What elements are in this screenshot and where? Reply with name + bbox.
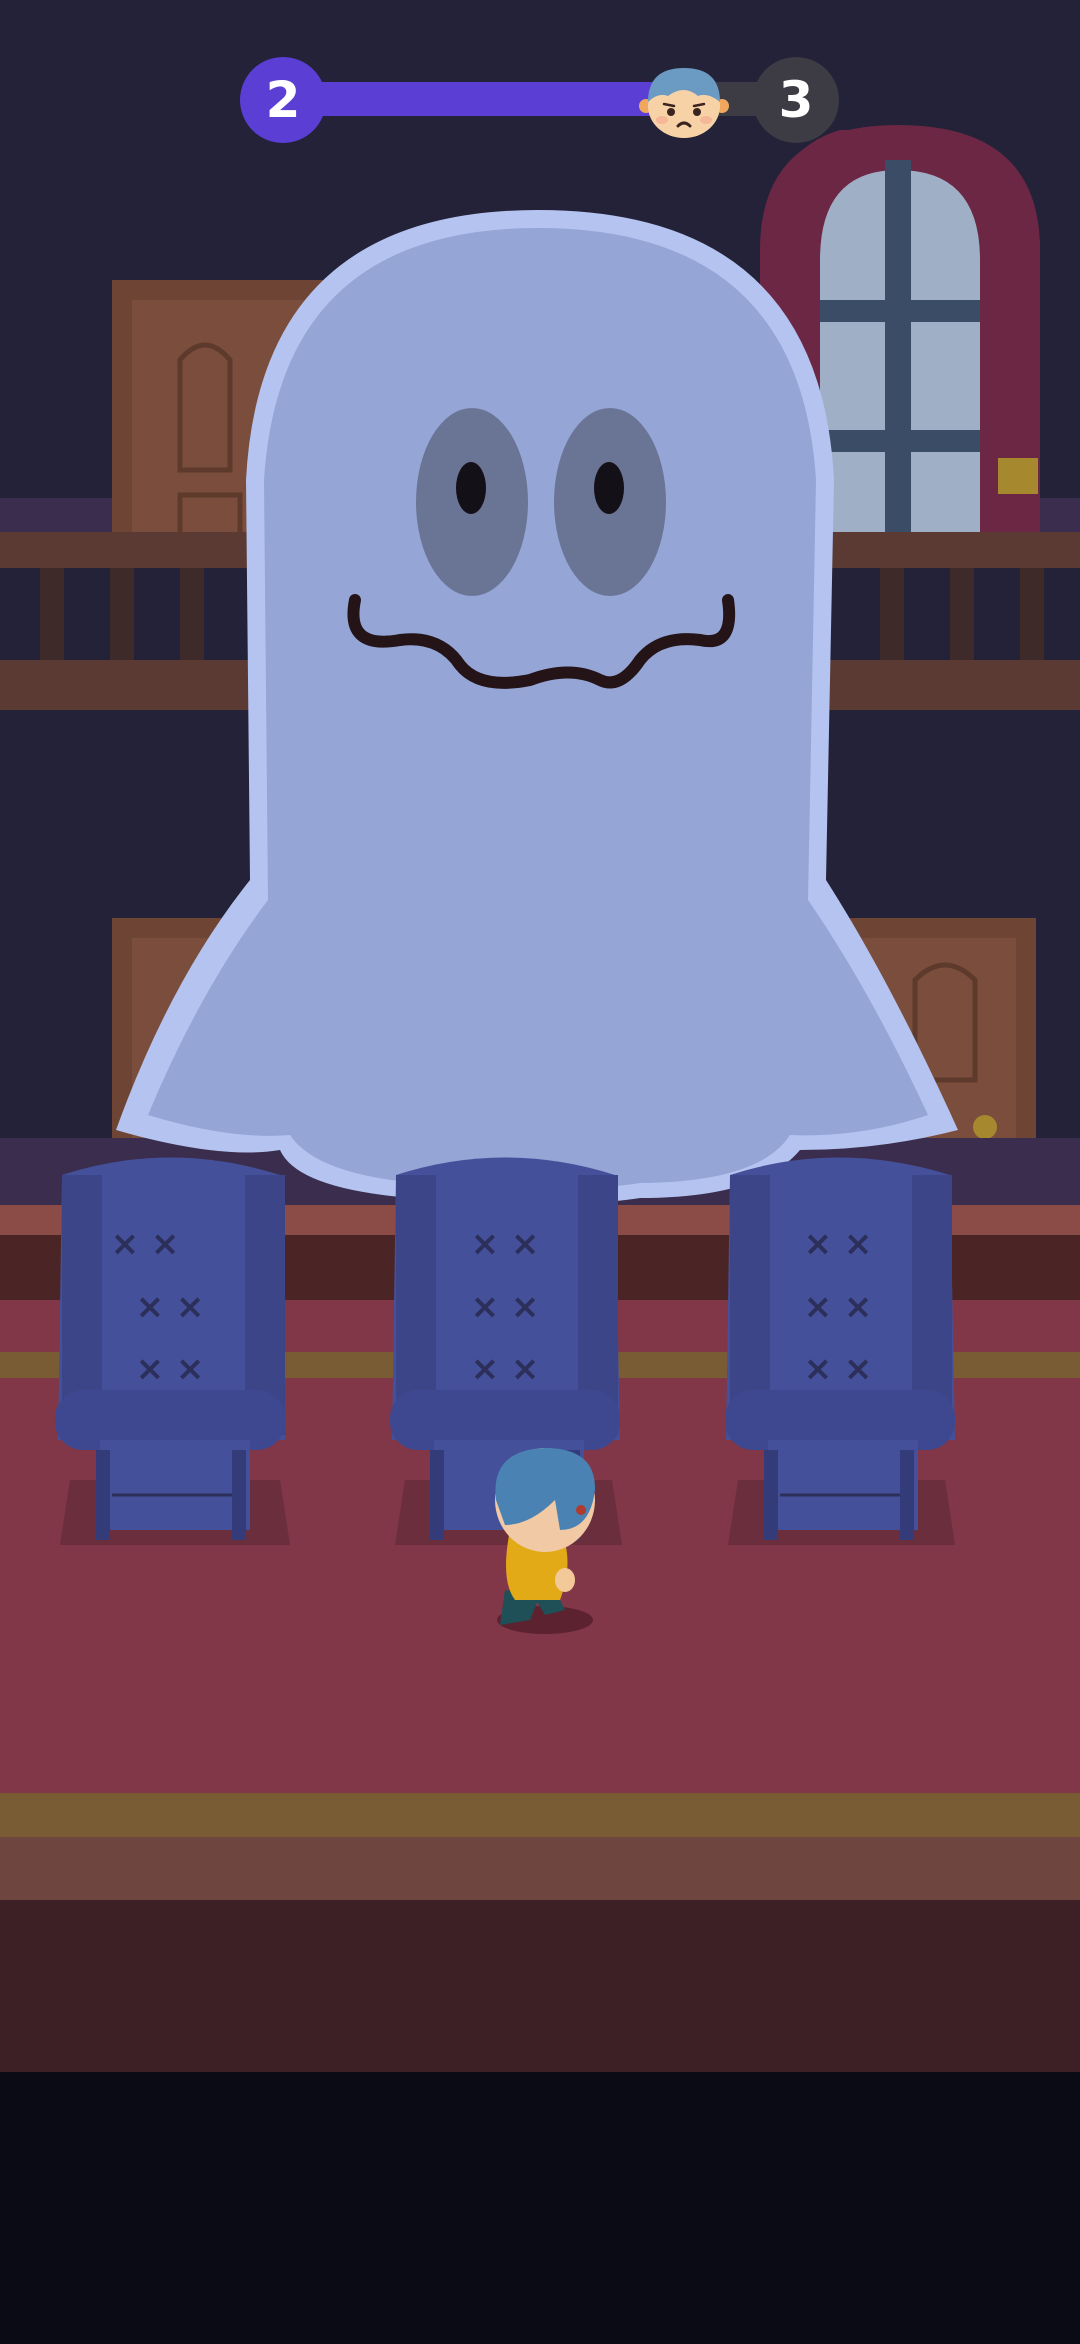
svg-text:× ×: × ×: [804, 1287, 873, 1327]
svg-text:× ×: × ×: [471, 1287, 540, 1327]
current-level-badge: 2: [240, 57, 326, 143]
floor-border: [0, 1837, 1080, 1900]
floor-front: [0, 1900, 1080, 2072]
level-progress-hud: 2 3: [0, 0, 1080, 160]
svg-text:× ×: × ×: [804, 1349, 873, 1389]
svg-text:× ×: × ×: [804, 1224, 873, 1264]
ghost-left-pupil: [456, 462, 486, 514]
next-level-badge: 3: [753, 57, 839, 143]
ghost-right-pupil: [594, 462, 624, 514]
svg-text:× ×: × ×: [136, 1287, 205, 1327]
carpet-stripe-bottom: [0, 1793, 1080, 1837]
player-face-icon: [638, 62, 730, 140]
svg-text:× ×: × ×: [111, 1224, 180, 1264]
armchair-right[interactable]: × × × × × ×: [725, 1157, 955, 1546]
void-bottom: [0, 2072, 1080, 2340]
armchair-left[interactable]: × × × × × ×: [55, 1157, 290, 1546]
svg-text:× ×: × ×: [471, 1224, 540, 1264]
svg-text:× ×: × ×: [136, 1349, 205, 1389]
progress-bar-fill: [300, 82, 684, 116]
game-scene[interactable]: × × × × × × × × × × × × × × × × × × 2 3: [0, 0, 1080, 2340]
svg-text:× ×: × ×: [471, 1349, 540, 1389]
